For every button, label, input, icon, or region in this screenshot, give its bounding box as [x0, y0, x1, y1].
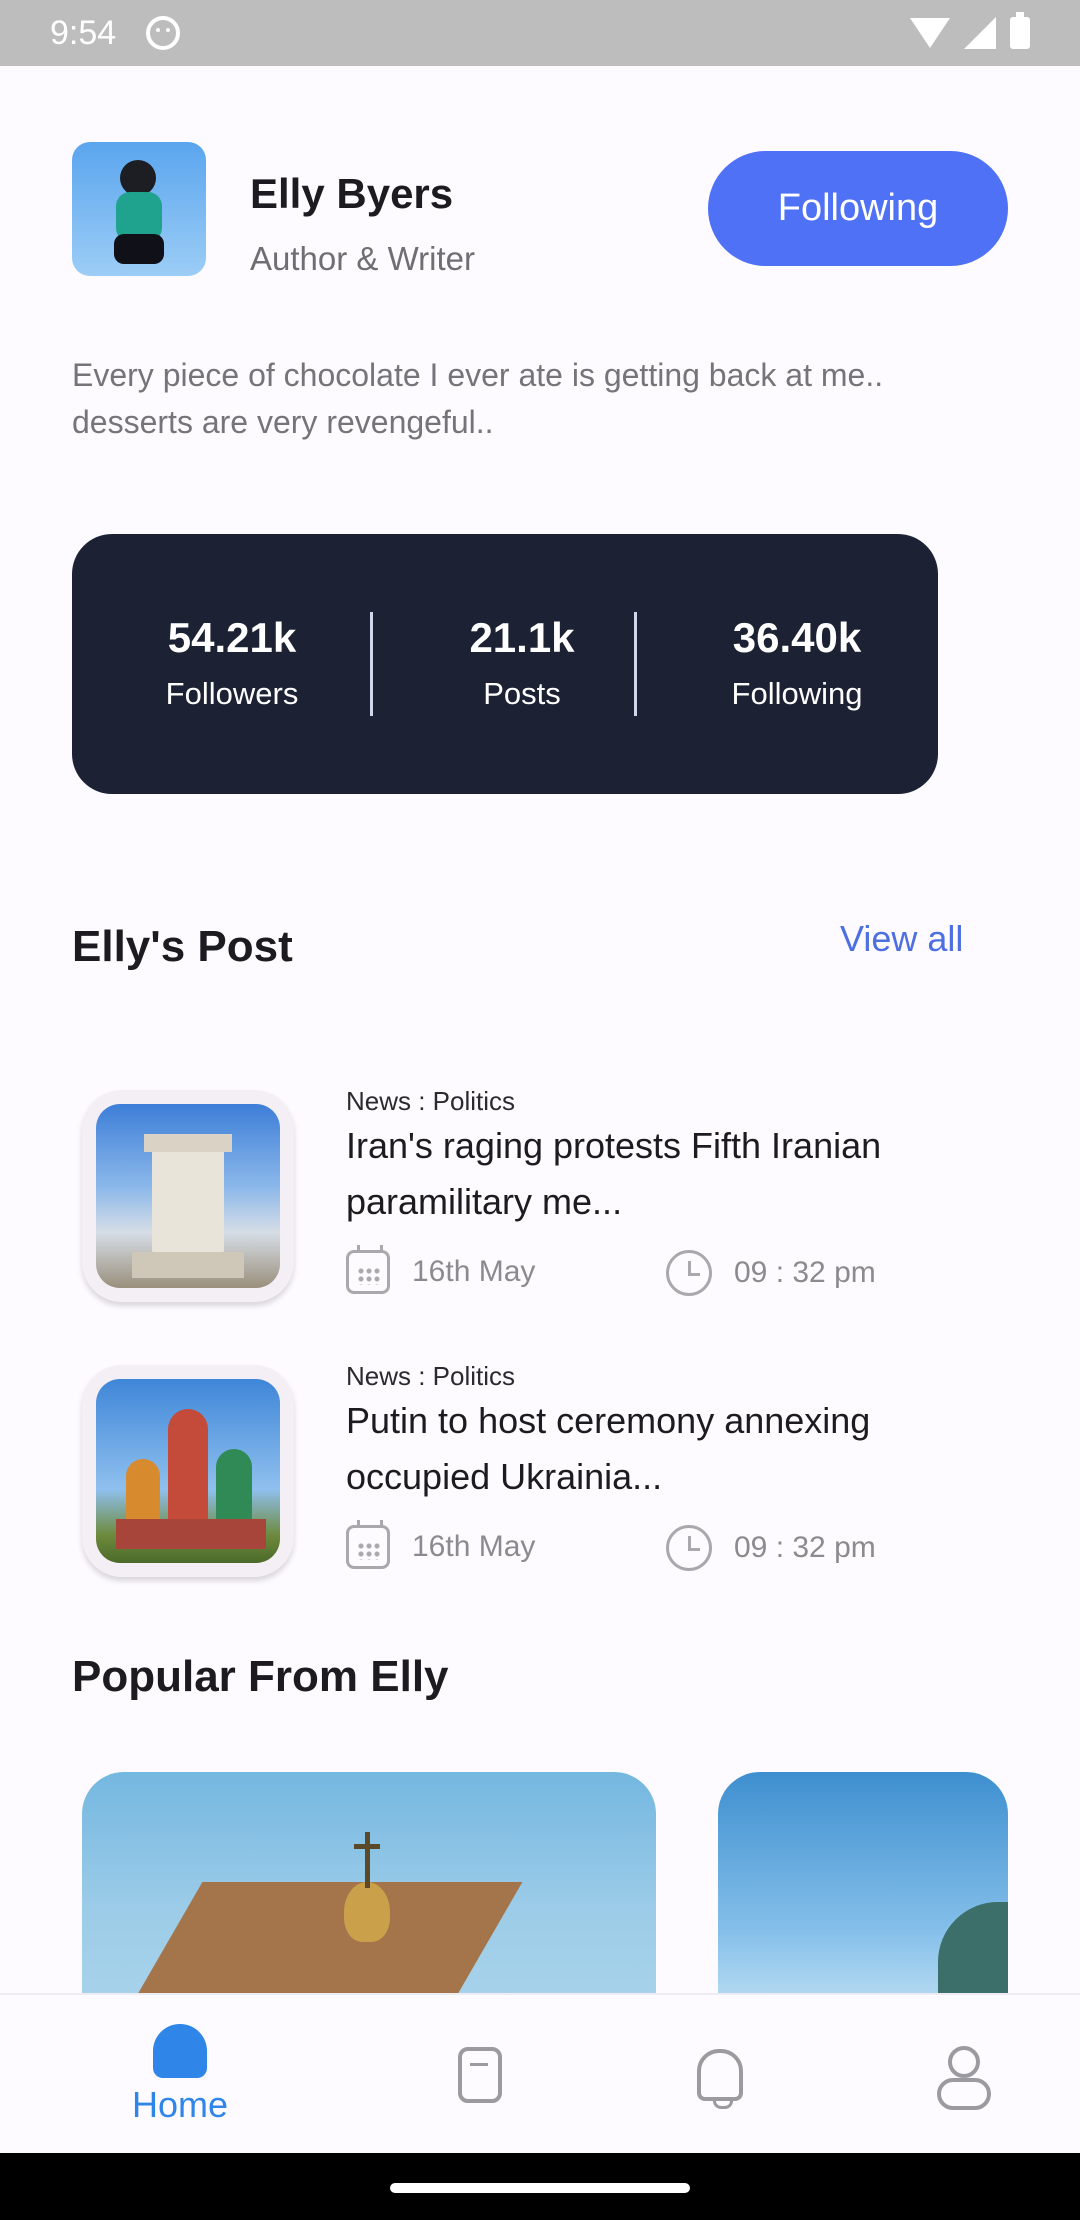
bell-icon: [697, 2049, 743, 2109]
cathedral-image: [96, 1379, 280, 1563]
stats-divider: [370, 612, 373, 716]
stat-posts[interactable]: 21.1k Posts: [422, 614, 622, 712]
posts-section-title: Elly's Post: [72, 922, 293, 971]
stat-value: 21.1k: [469, 614, 575, 661]
stat-label: Posts: [483, 676, 561, 711]
battery-icon: [1010, 12, 1030, 49]
post-category: News : Politics: [346, 1086, 516, 1116]
gesture-bar: [0, 2153, 1080, 2220]
nav-home-label: Home: [131, 2084, 229, 2125]
post-date-text: 16th May: [412, 1255, 536, 1288]
post-thumbnail: [82, 1090, 294, 1302]
signal-icon: [964, 17, 996, 49]
calendar-icon: [346, 1245, 390, 1294]
post-time: 09 : 32 pm: [666, 1525, 876, 1571]
wifi-icon: [910, 18, 950, 48]
popular-card[interactable]: [718, 1772, 1008, 2002]
profile-icon: [937, 2046, 991, 2110]
post-time: 09 : 32 pm: [666, 1250, 876, 1296]
avatar[interactable]: [72, 142, 206, 276]
post-title: Putin to host ceremony annexing occupied…: [346, 1400, 871, 1497]
clock-icon: [666, 1525, 712, 1571]
avatar-head: [120, 160, 156, 196]
stat-label: Followers: [165, 676, 299, 711]
view-all-link[interactable]: View all: [840, 918, 963, 960]
stat-value: 36.40k: [732, 614, 862, 661]
profile-bio: Every piece of chocolate I ever ate is g…: [72, 357, 884, 440]
popular-card[interactable]: [82, 1772, 656, 2002]
stat-followers[interactable]: 54.21k Followers: [132, 614, 332, 712]
monument-image: [96, 1104, 280, 1288]
profile-role: Author & Writer: [250, 240, 475, 277]
post-category: News : Politics: [346, 1361, 516, 1391]
stats-divider: [634, 612, 637, 716]
status-icons: [910, 12, 1030, 49]
bookmark-icon: [458, 2047, 502, 2103]
post-thumbnail: [82, 1365, 294, 1577]
post-date: 16th May: [346, 1245, 536, 1294]
post-item[interactable]: News : Politics Putin to host ceremony a…: [72, 1357, 1012, 1587]
nav-home[interactable]: Home: [90, 1995, 270, 2155]
stat-label: Following: [731, 676, 863, 711]
bottom-nav: Home: [0, 1993, 1080, 2153]
following-button[interactable]: Following: [708, 151, 1008, 266]
profile-name: Elly Byers: [250, 170, 454, 217]
nav-profile[interactable]: [870, 1995, 1050, 2155]
status-time: 9:54: [50, 13, 117, 52]
post-date-text: 16th May: [412, 1530, 536, 1563]
stats-card: 54.21k Followers 21.1k Posts 36.40k Foll…: [72, 534, 938, 794]
home-gesture-handle[interactable]: [390, 2183, 690, 2193]
popular-section-title: Popular From Elly: [72, 1652, 449, 1701]
nav-bookmarks[interactable]: [390, 1995, 570, 2155]
calendar-icon: [346, 1520, 390, 1569]
post-item[interactable]: News : Politics Iran's raging protests F…: [72, 1082, 1012, 1312]
android-icon: [146, 16, 181, 50]
clock-icon: [666, 1250, 712, 1296]
stat-value: 54.21k: [167, 614, 297, 661]
home-icon: [153, 2024, 207, 2078]
post-date: 16th May: [346, 1520, 536, 1569]
post-title: Iran's raging protests Fifth Iranian par…: [346, 1125, 882, 1222]
stat-following[interactable]: 36.40k Following: [692, 614, 902, 712]
post-time-text: 09 : 32 pm: [734, 1531, 876, 1564]
post-time-text: 09 : 32 pm: [734, 1256, 876, 1289]
status-bar: 9:54: [0, 0, 1080, 66]
avatar-legs: [114, 234, 164, 264]
nav-notifications[interactable]: [630, 1995, 810, 2155]
